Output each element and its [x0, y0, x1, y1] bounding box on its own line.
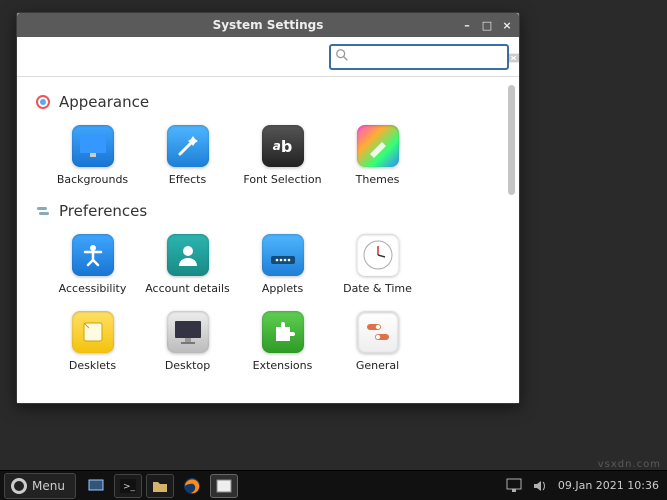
clock[interactable]: 09.Jan 2021 10:36	[558, 480, 659, 492]
minimize-button[interactable]: –	[459, 17, 475, 33]
item-desktop[interactable]: Desktop	[140, 305, 235, 382]
desklets-icon	[72, 311, 114, 353]
task-settings-window[interactable]	[210, 474, 238, 498]
window-title: System Settings	[213, 18, 324, 32]
menu-label: Menu	[32, 479, 65, 493]
item-label: Desklets	[69, 359, 116, 372]
clock-icon	[357, 234, 399, 276]
section-preferences-header: Preferences	[35, 202, 513, 220]
terminal-launcher[interactable]: >_	[114, 474, 142, 498]
extensions-icon	[262, 311, 304, 353]
titlebar[interactable]: System Settings – □ ×	[17, 13, 519, 37]
files-launcher[interactable]	[146, 474, 174, 498]
desktop-icon	[167, 311, 209, 353]
applets-icon	[262, 234, 304, 276]
item-themes[interactable]: Themes	[330, 119, 425, 196]
item-label: General	[356, 359, 399, 372]
section-appearance-header: Appearance	[35, 93, 513, 111]
item-accessibility[interactable]: Accessibility	[45, 228, 140, 305]
watermark: vsxdn.com	[598, 459, 661, 470]
taskbar: Menu >_ 09.Jan 2021 10:36	[0, 470, 667, 500]
item-account-details[interactable]: Account details	[140, 228, 235, 305]
appearance-grid: Backgrounds Effects ab Font Selection Th…	[45, 119, 513, 196]
preferences-grid: Accessibility Account details Applets Da…	[45, 228, 513, 382]
close-button[interactable]: ×	[499, 17, 515, 33]
item-font-selection[interactable]: ab Font Selection	[235, 119, 330, 196]
item-extensions[interactable]: Extensions	[235, 305, 330, 382]
section-preferences-title: Preferences	[59, 202, 147, 220]
item-desklets[interactable]: Desklets	[45, 305, 140, 382]
item-label: Backgrounds	[57, 173, 128, 186]
firefox-launcher[interactable]	[178, 474, 206, 498]
toolbar	[17, 37, 519, 77]
general-icon	[357, 311, 399, 353]
scrollbar[interactable]	[508, 85, 515, 195]
volume-tray-icon[interactable]	[532, 478, 548, 494]
item-effects[interactable]: Effects	[140, 119, 235, 196]
font-icon: ab	[262, 125, 304, 167]
menu-icon	[11, 478, 27, 494]
clear-search-icon[interactable]	[507, 50, 521, 64]
search-field[interactable]	[329, 44, 509, 70]
item-label: Date & Time	[343, 282, 412, 295]
item-label: Extensions	[253, 359, 313, 372]
item-general[interactable]: General	[330, 305, 425, 382]
item-label: Font Selection	[243, 173, 321, 186]
maximize-button[interactable]: □	[479, 17, 495, 33]
item-label: Themes	[356, 173, 400, 186]
start-menu-button[interactable]: Menu	[4, 473, 76, 499]
item-label: Desktop	[165, 359, 210, 372]
network-tray-icon[interactable]	[506, 478, 522, 494]
search-icon	[335, 47, 349, 66]
themes-icon	[357, 125, 399, 167]
item-label: Account details	[145, 282, 230, 295]
item-label: Applets	[262, 282, 303, 295]
content-area: Appearance Backgrounds Effects ab Font S…	[17, 77, 519, 403]
search-input[interactable]	[349, 50, 507, 64]
backgrounds-icon	[72, 125, 114, 167]
item-date-time[interactable]: Date & Time	[330, 228, 425, 305]
item-backgrounds[interactable]: Backgrounds	[45, 119, 140, 196]
preferences-section-icon	[35, 203, 51, 219]
system-tray: 09.Jan 2021 10:36	[498, 478, 667, 494]
svg-text:>_: >_	[123, 482, 136, 492]
appearance-section-icon	[35, 94, 51, 110]
item-label: Accessibility	[59, 282, 127, 295]
item-label: Effects	[169, 173, 206, 186]
accessibility-icon	[72, 234, 114, 276]
item-applets[interactable]: Applets	[235, 228, 330, 305]
section-appearance-title: Appearance	[59, 93, 149, 111]
effects-icon	[167, 125, 209, 167]
account-icon	[167, 234, 209, 276]
show-desktop-button[interactable]	[82, 474, 110, 498]
settings-window: System Settings – □ × Appearance	[16, 12, 520, 404]
